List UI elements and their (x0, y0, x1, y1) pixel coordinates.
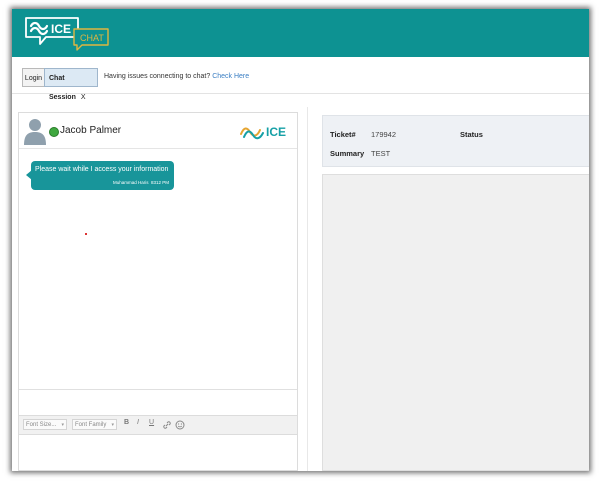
ice-brand-logo: ICE (240, 125, 286, 140)
agent-header: Jacob Palmer ICE (19, 113, 297, 149)
app-window: ICE CHAT Login Chat Session X Having issu… (12, 9, 589, 471)
summary-value: TEST (371, 149, 391, 158)
message-meta: Muhammad Haris 8312 PM (113, 180, 169, 185)
message-tail (26, 170, 32, 180)
link-icon[interactable] (162, 420, 172, 430)
check-here-link[interactable]: Check Here (212, 73, 249, 80)
ticket-number-value: 179942 (371, 130, 397, 139)
message-time: 8312 PM (150, 180, 169, 185)
session-tab-bar: Login Chat Session X Having issues connec… (12, 57, 589, 101)
tab-login-label: Login (24, 75, 43, 82)
logo-sub-text: CHAT (80, 33, 104, 43)
brand-logo-text: ICE (266, 125, 286, 139)
app-header: ICE CHAT (12, 9, 589, 57)
editor-toolbar: Font Size... ▾ Font Family ▾ B I U (19, 415, 297, 435)
tab-chat-session-label: Chat Session (49, 75, 76, 101)
message-sender: Muhammad Haris (112, 180, 149, 185)
close-tab-button[interactable]: X (81, 94, 86, 101)
stray-dot (85, 233, 87, 235)
ticket-content-area (322, 174, 589, 471)
bold-button[interactable]: B (124, 419, 129, 426)
tab-login[interactable]: Login (22, 68, 45, 87)
ice-chat-logo: ICE CHAT (25, 17, 109, 51)
smiley-icon[interactable] (175, 420, 185, 430)
underline-button[interactable]: U (149, 419, 154, 426)
font-size-select[interactable]: Font Size... ▾ (23, 419, 67, 430)
panel-divider (307, 107, 308, 471)
online-status-icon (49, 127, 59, 137)
agent-name: Jacob Palmer (60, 125, 122, 136)
ticket-number-label: Ticket# (330, 130, 356, 139)
user-avatar-icon (24, 119, 46, 145)
font-size-value: Font Size... (26, 422, 57, 428)
ticket-info: Ticket# 179942 Status Summary TEST (322, 115, 589, 167)
summary-label: Summary (330, 149, 365, 158)
notice-text: Having issues connecting to chat? (104, 73, 211, 80)
compose-separator (19, 389, 297, 390)
logo-text: ICE (51, 22, 71, 36)
status-label: Status (460, 130, 483, 139)
chat-message: Please wait while I access your informat… (26, 161, 174, 190)
message-text: Please wait while I access your informat… (35, 166, 169, 173)
italic-button[interactable]: I (137, 419, 139, 426)
font-family-value: Font Family (75, 422, 107, 428)
chat-panel: Jacob Palmer ICE Please wait while I acc… (18, 112, 298, 471)
font-family-select[interactable]: Font Family ▾ (72, 419, 117, 430)
chevron-down-icon: ▾ (111, 422, 114, 428)
connection-notice: Having issues connecting to chat? Check … (104, 73, 249, 80)
tab-chat-session[interactable]: Chat Session X (44, 68, 98, 101)
chevron-down-icon: ▾ (61, 422, 64, 428)
